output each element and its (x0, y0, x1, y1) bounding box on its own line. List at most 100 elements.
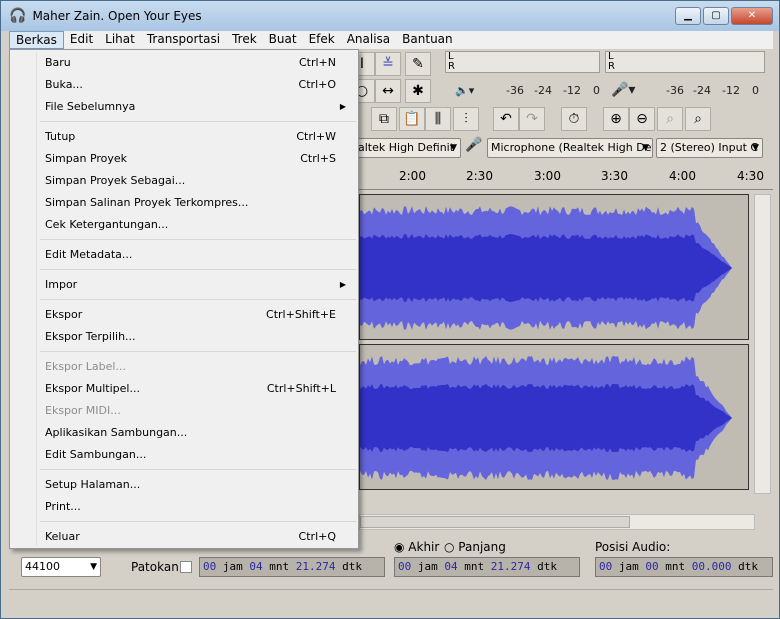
menu-item-tutup[interactable]: Tutup Ctrl+W (12, 126, 356, 148)
menu-trek[interactable]: Trek (226, 31, 263, 49)
menu-item-aplikasikan-sambungan[interactable]: Aplikasikan Sambungan... (12, 422, 356, 444)
close-button[interactable]: ✕ (731, 7, 773, 25)
redo-icon[interactable]: ↷ (519, 107, 545, 131)
menu-separator (40, 121, 356, 122)
menu-item-simpan-proyek[interactable]: Simpan Proyek Ctrl+S (12, 148, 356, 170)
menu-item-label: Ekspor (45, 308, 83, 321)
menu-lihat[interactable]: Lihat (99, 31, 141, 49)
menu-item-ekspor-midi: Ekspor MIDI... (12, 400, 356, 422)
fit-project-icon[interactable]: ⌕ (685, 107, 711, 131)
ruler-label: 3:30 (601, 169, 628, 183)
menu-item-edit-metadata[interactable]: Edit Metadata... (12, 244, 356, 266)
menu-item-ekspor-multipel[interactable]: Ekspor Multipel... Ctrl+Shift+L (12, 378, 356, 400)
zoom-out-icon[interactable]: ⊖ (629, 107, 655, 131)
record-meter[interactable]: LR (605, 51, 765, 73)
speaker-icon[interactable]: 🔈▾ (455, 84, 474, 97)
maximize-button[interactable]: ▢ (703, 7, 729, 25)
zoom-in-icon[interactable]: ⊕ (603, 107, 629, 131)
menu-item-ekspor[interactable]: Ekspor Ctrl+Shift+E (12, 304, 356, 326)
audio-track-left[interactable] (359, 194, 749, 340)
timeline-ruler[interactable]: 2:00 2:30 3:00 3:30 4:00 4:30 (359, 164, 773, 190)
menu-item-shortcut: Ctrl+Shift+E (266, 308, 336, 321)
copy-icon[interactable]: ⧉ (371, 107, 397, 131)
fit-selection-icon[interactable]: ⌕ (657, 107, 683, 131)
meter-scale-label: 0 (593, 84, 600, 97)
trim-icon[interactable]: ⫼ (425, 107, 451, 131)
menu-item-label: Print... (45, 500, 81, 513)
menu-separator (40, 351, 356, 352)
menu-item-setup-halaman[interactable]: Setup Halaman... (12, 474, 356, 496)
menu-separator (40, 299, 356, 300)
menu-item-print[interactable]: Print... (12, 496, 356, 518)
menu-item-cek-ketergantungan[interactable]: Cek Ketergantungan... (12, 214, 356, 236)
audio-track-right[interactable] (359, 344, 749, 490)
selection-start-field[interactable]: 00 jam 04 mnt 21.274 dtk (199, 557, 385, 577)
vertical-scrollbar[interactable] (754, 194, 771, 494)
menu-efek[interactable]: Efek (303, 31, 341, 49)
multi-tool-icon[interactable]: ✱ (405, 79, 431, 103)
menu-berkas[interactable]: Berkas (9, 31, 64, 49)
menu-item-label: Baru (45, 56, 71, 69)
menu-item-file-sebelumnya[interactable]: File Sebelumnya ▶ (12, 96, 356, 118)
output-device-dropdown[interactable]: altek High Definit (354, 138, 461, 158)
menu-item-edit-sambungan[interactable]: Edit Sambungan... (12, 444, 356, 466)
menu-bantuan[interactable]: Bantuan (396, 31, 458, 49)
menu-separator (40, 469, 356, 470)
waveform (360, 206, 732, 330)
snap-checkbox[interactable] (180, 561, 192, 573)
pencil-tool-icon[interactable]: ✎ (405, 52, 431, 76)
menu-item-baru[interactable]: Baru Ctrl+N (12, 52, 356, 74)
audacity-window: 🎧 Maher Zain. Open Your Eyes ▁ ▢ ✕ Berka… (0, 0, 780, 619)
input-device-dropdown[interactable]: Microphone (Realtek High Defi (487, 138, 653, 158)
waveform-rms (360, 383, 732, 453)
menu-item-buka[interactable]: Buka... Ctrl+O (12, 74, 356, 96)
meter-scale-label: 0 (752, 84, 759, 97)
undo-icon[interactable]: ↶ (493, 107, 519, 131)
menu-item-simpan-proyek-sebagai[interactable]: Simpan Proyek Sebagai... (12, 170, 356, 192)
menu-item-ekspor-terpilih[interactable]: Ekspor Terpilih... (12, 326, 356, 348)
timeshift-tool-icon[interactable]: ↔ (375, 79, 401, 103)
paste-icon[interactable]: 📋 (399, 107, 425, 131)
playback-meter[interactable]: LR (445, 51, 600, 73)
silence-icon[interactable]: ⫶ (453, 107, 479, 131)
submenu-arrow-icon: ▶ (339, 102, 346, 111)
menu-separator (40, 521, 356, 522)
envelope-tool-icon[interactable]: ≚ (375, 52, 401, 76)
horizontal-scrollbar[interactable] (359, 514, 755, 530)
ruler-label: 4:30 (737, 169, 764, 183)
meter-scale-label: -36 (506, 84, 524, 97)
menu-item-shortcut: Ctrl+S (300, 152, 336, 165)
menu-transportasi[interactable]: Transportasi (141, 31, 226, 49)
menu-item-ekspor-label: Ekspor Label... (12, 356, 356, 378)
audio-position-field[interactable]: 00 jam 00 mnt 00.000 dtk (595, 557, 773, 577)
menu-item-label: File Sebelumnya (45, 100, 136, 113)
waveform-rms (360, 233, 732, 303)
meter-scale-label: -12 (722, 84, 740, 97)
project-rate-dropdown[interactable]: 44100 (21, 557, 101, 577)
menu-item-simpan-salinan-proyek-terkompres[interactable]: Simpan Salinan Proyek Terkompres... (12, 192, 356, 214)
menu-item-label: Edit Metadata... (45, 248, 133, 261)
menu-item-label: Setup Halaman... (45, 478, 141, 491)
length-radio[interactable]: ○ Panjang (444, 540, 506, 554)
meter-scale-label: -24 (693, 84, 711, 97)
menu-edit[interactable]: Edit (64, 31, 99, 49)
end-radio[interactable]: ◉ Akhir (394, 540, 439, 554)
minimize-button[interactable]: ▁ (675, 7, 701, 25)
menu-item-label: Ekspor Terpilih... (45, 330, 136, 343)
menu-item-label: Simpan Salinan Proyek Terkompres... (45, 196, 249, 209)
ruler-label: 2:30 (466, 169, 493, 183)
menu-item-keluar[interactable]: Keluar Ctrl+Q (12, 526, 356, 548)
file-menu-dropdown: Baru Ctrl+N Buka... Ctrl+O File Sebelumnya ▶ T… (9, 49, 359, 549)
menu-item-shortcut: Ctrl+N (298, 56, 336, 69)
menu-item-shortcut: Ctrl+Shift+L (266, 382, 336, 395)
menu-buat[interactable]: Buat (263, 31, 303, 49)
menu-analisa[interactable]: Analisa (341, 31, 396, 49)
menu-item-shortcut: Ctrl+W (296, 130, 336, 143)
menu-item-impor[interactable]: Impor ▶ (12, 274, 356, 296)
submenu-arrow-icon: ▶ (339, 280, 346, 289)
microphone-icon[interactable]: 🎤▾ (611, 82, 635, 98)
selection-end-field[interactable]: 00 jam 04 mnt 21.274 dtk (394, 557, 580, 577)
input-channels-dropdown[interactable]: 2 (Stereo) Input C (656, 138, 763, 158)
sync-lock-icon[interactable]: ⏱ (561, 107, 587, 131)
menu-item-label: Edit Sambungan... (45, 448, 147, 461)
